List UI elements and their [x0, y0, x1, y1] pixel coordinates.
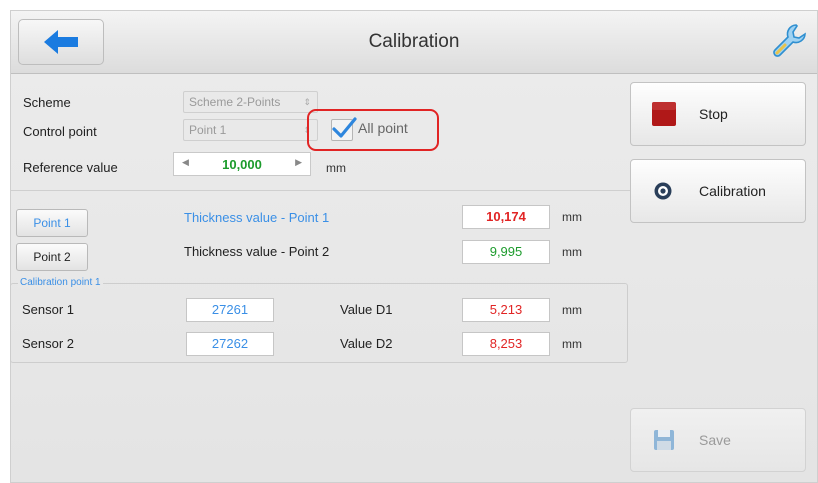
sensor-1-value: 27261 — [186, 298, 274, 322]
page-title: Calibration — [368, 31, 460, 52]
value-d2-unit: mm — [562, 337, 582, 351]
all-point-label: All point — [358, 120, 408, 136]
gear-icon — [654, 182, 672, 200]
wrench-icon[interactable] — [767, 21, 807, 61]
reference-value-stepper[interactable]: ◀ 10,000 ▶ — [173, 152, 311, 176]
control-point-label: Control point — [23, 124, 97, 139]
point-1-button[interactable]: Point 1 — [16, 209, 88, 237]
checkmark-icon — [332, 117, 357, 138]
calibration-button[interactable]: Calibration — [630, 159, 806, 223]
thickness-point-1-unit: mm — [562, 210, 582, 224]
stop-icon — [652, 102, 676, 126]
back-button[interactable] — [18, 19, 104, 65]
save-button-label: Save — [699, 432, 731, 448]
thickness-point-2-value: 9,995 — [462, 240, 550, 264]
scheme-label: Scheme — [23, 95, 71, 110]
value-d1-label: Value D1 — [340, 302, 393, 317]
reference-value-label: Reference value — [23, 160, 118, 175]
divider — [10, 190, 630, 191]
scheme-select[interactable]: Scheme 2-Points ⇕ — [183, 91, 318, 113]
thickness-point-2-label: Thickness value - Point 2 — [184, 244, 330, 259]
arrow-left-icon — [44, 30, 78, 54]
thickness-point-1-value: 10,174 — [462, 205, 550, 229]
value-d1: 5,213 — [462, 298, 550, 322]
value-d2-label: Value D2 — [340, 336, 393, 351]
stop-button-label: Stop — [699, 106, 728, 122]
reference-value: 10,000 — [222, 157, 262, 172]
title-bar: Calibration — [11, 11, 817, 74]
control-point-select[interactable]: Point 1 ⇕ — [183, 119, 318, 141]
all-point-checkbox[interactable] — [331, 117, 357, 141]
calibration-group-title: Calibration point 1 — [18, 277, 103, 288]
sensor-1-label: Sensor 1 — [22, 302, 75, 317]
thickness-point-1-label: Thickness value - Point 1 — [184, 210, 330, 225]
point-2-button[interactable]: Point 2 — [16, 243, 88, 271]
value-d1-unit: mm — [562, 303, 582, 317]
chevron-updown-icon: ⇕ — [303, 97, 311, 107]
increment-icon[interactable]: ▶ — [295, 157, 302, 168]
stop-button[interactable]: Stop — [630, 82, 806, 146]
control-point-select-value: Point 1 — [189, 123, 227, 137]
thickness-point-2-unit: mm — [562, 245, 582, 259]
scheme-select-value: Scheme 2-Points — [189, 95, 281, 109]
value-d2: 8,253 — [462, 332, 550, 356]
sensor-2-value: 27262 — [186, 332, 274, 356]
save-button[interactable]: Save — [630, 408, 806, 472]
sensor-2-label: Sensor 2 — [22, 336, 75, 351]
floppy-disk-icon — [654, 430, 674, 450]
reference-unit: mm — [326, 161, 346, 175]
calibration-button-label: Calibration — [699, 183, 766, 199]
